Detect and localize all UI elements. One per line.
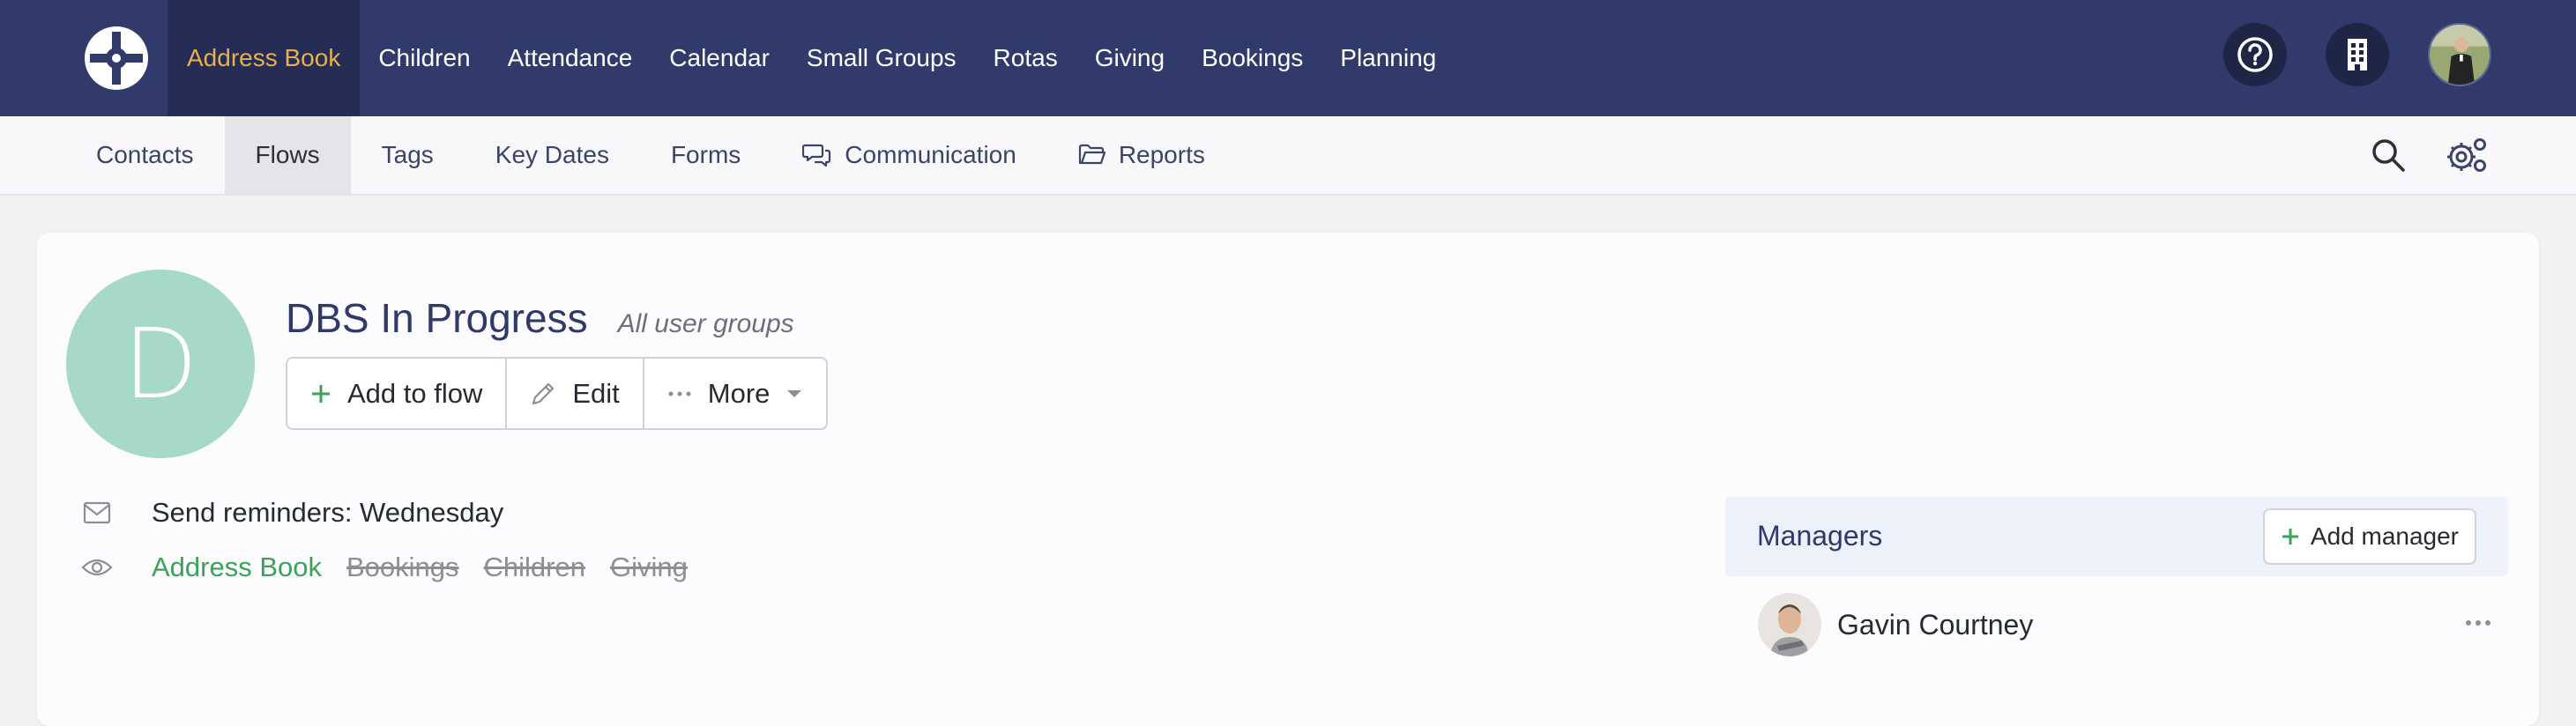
nav-item-giving[interactable]: Giving: [1076, 0, 1183, 116]
manager-more-button[interactable]: [2458, 605, 2498, 641]
subnav-item-tags[interactable]: Tags: [351, 116, 465, 194]
user-avatar[interactable]: [2428, 23, 2491, 86]
user-groups-label: All user groups: [617, 309, 794, 338]
add-to-flow-button[interactable]: Add to flow: [287, 359, 505, 428]
flow-header: DBS In Progress All user groups: [286, 294, 794, 342]
more-label: More: [707, 377, 771, 409]
gears-icon: [2447, 138, 2486, 172]
logo-icon[interactable]: [85, 26, 148, 90]
subnav-item-communication[interactable]: Communication: [771, 116, 1047, 194]
sub-navigation: Contacts Flows Tags Key Dates Forms Comm…: [0, 116, 2576, 196]
visibility-bookings: Bookings: [346, 552, 459, 582]
nav-item-rotas[interactable]: Rotas: [975, 0, 1076, 116]
subnav-item-key-dates[interactable]: Key Dates: [465, 116, 640, 194]
subnav-right-controls: [2370, 136, 2488, 174]
subnav-item-contacts[interactable]: Contacts: [65, 116, 225, 194]
envelope-icon: [81, 497, 113, 529]
add-manager-button[interactable]: Add manager: [2262, 508, 2476, 565]
reminder-row: Send reminders: Wednesday: [81, 497, 503, 529]
building-icon: [2348, 39, 2367, 70]
sub-nav-items: Contacts Flows Tags Key Dates Forms Comm…: [65, 116, 1236, 194]
chat-icon: [802, 144, 831, 167]
main-nav: Address Book Children Attendance Calenda…: [168, 0, 1455, 116]
reminder-text: Send reminders: Wednesday: [152, 497, 504, 528]
pencil-icon: [532, 382, 555, 404]
visibility-address-book: Address Book: [152, 552, 322, 582]
edit-label: Edit: [572, 377, 620, 409]
flow-avatar: D: [66, 270, 255, 458]
eye-icon: [81, 552, 113, 583]
top-navigation: Address Book Children Attendance Calenda…: [0, 0, 2576, 116]
visibility-row: Address Book Bookings Children Giving: [81, 552, 712, 583]
search-icon: [2372, 139, 2405, 172]
edit-button[interactable]: Edit: [505, 359, 642, 428]
flow-actions: Add to flow Edit More: [286, 357, 829, 430]
add-to-flow-label: Add to flow: [347, 377, 483, 409]
subnav-reports-label: Reports: [1118, 141, 1205, 168]
more-dropdown[interactable]: More: [642, 359, 827, 428]
ellipsis-icon: [668, 391, 691, 396]
managers-heading: Managers: [1757, 520, 1883, 552]
flow-card: D DBS In Progress All user groups Add to…: [37, 233, 2539, 726]
visibility-giving: Giving: [609, 552, 688, 582]
caret-down-icon: [787, 389, 802, 397]
help-icon: [2237, 37, 2273, 72]
nav-item-small-groups[interactable]: Small Groups: [788, 0, 975, 116]
plus-icon: [2282, 529, 2298, 544]
nav-item-planning[interactable]: Planning: [1322, 0, 1455, 116]
folder-icon: [1078, 144, 1106, 165]
managers-header: Managers Add manager: [1725, 497, 2508, 576]
visibility-children: Children: [483, 552, 585, 582]
organisation-button[interactable]: [2326, 23, 2389, 86]
subnav-communication-label: Communication: [845, 141, 1016, 168]
nav-item-calendar[interactable]: Calendar: [651, 0, 788, 116]
top-right-controls: [2223, 23, 2491, 86]
add-manager-label: Add manager: [2310, 522, 2459, 550]
subnav-item-reports[interactable]: Reports: [1047, 116, 1236, 194]
subnav-item-forms[interactable]: Forms: [640, 116, 771, 194]
manager-name[interactable]: Gavin Courtney: [1837, 609, 2033, 641]
help-button[interactable]: [2223, 23, 2287, 86]
nav-item-children[interactable]: Children: [360, 0, 488, 116]
ellipsis-icon: [2466, 620, 2490, 626]
search-button[interactable]: [2370, 137, 2407, 174]
nav-item-address-book[interactable]: Address Book: [168, 0, 361, 116]
nav-item-attendance[interactable]: Attendance: [489, 0, 651, 116]
subnav-item-flows[interactable]: Flows: [224, 116, 351, 194]
manager-list-item: Gavin Courtney: [1758, 589, 2498, 660]
page-title: DBS In Progress: [286, 295, 588, 341]
nav-item-bookings[interactable]: Bookings: [1183, 0, 1322, 116]
plus-icon: [312, 384, 330, 403]
settings-button[interactable]: [2446, 136, 2488, 174]
manager-avatar[interactable]: [1758, 593, 1821, 656]
